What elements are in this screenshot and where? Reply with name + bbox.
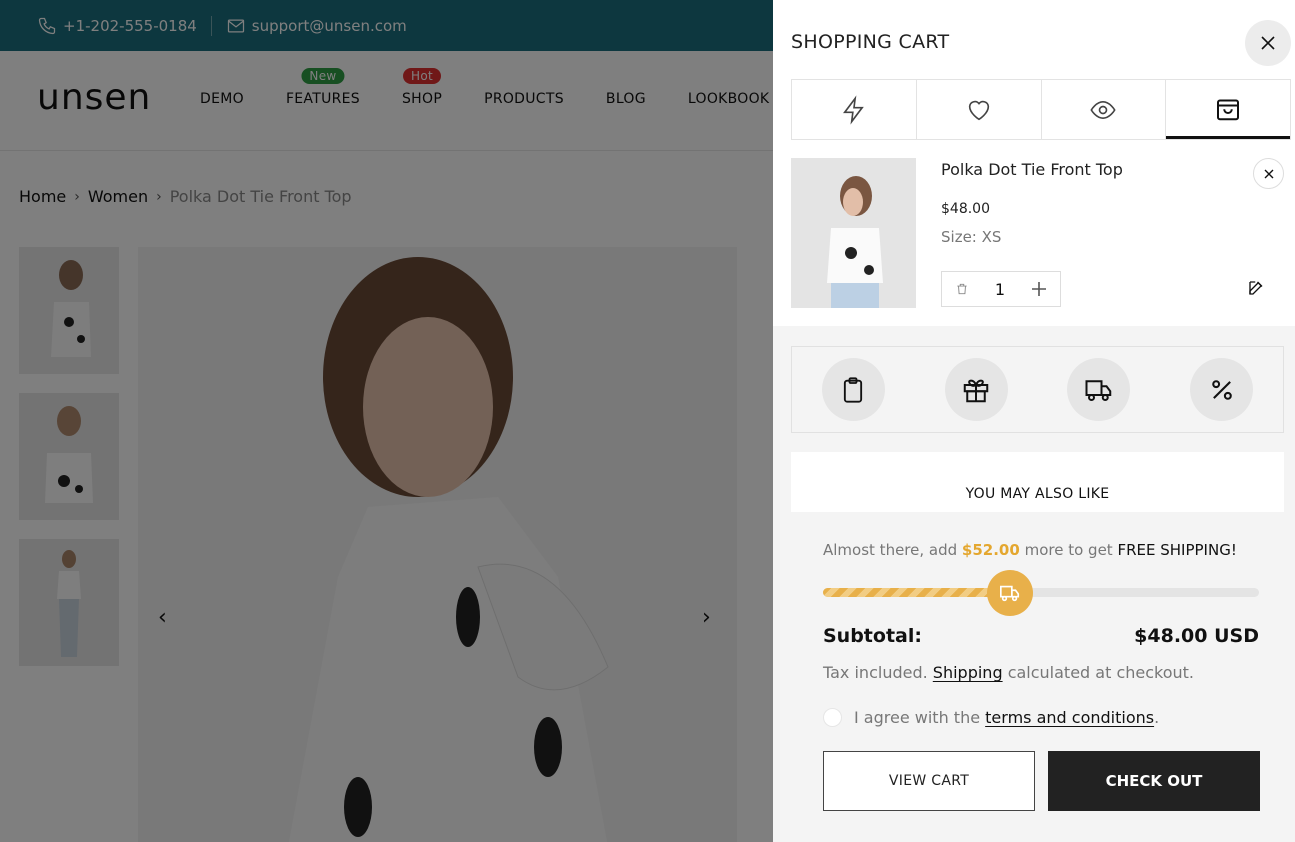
size-label: Size: [941, 228, 977, 246]
cart-item-price: $48.00 [941, 201, 990, 217]
shipping-link[interactable]: Shipping [933, 663, 1003, 682]
heart-icon [968, 100, 989, 120]
discount-code-button[interactable] [1190, 358, 1254, 421]
tab-recently-viewed[interactable] [1042, 80, 1167, 139]
shipping-progress-knob [987, 570, 1034, 616]
plus-icon[interactable] [1031, 281, 1047, 297]
remove-item-button[interactable] [1253, 158, 1284, 189]
tax-prefix: Tax included. [823, 663, 928, 682]
size-value: XS [981, 228, 1002, 246]
terms-agreement: I agree with the terms and conditions. [823, 708, 1159, 727]
shipping-prefix: Almost there, add [823, 541, 958, 559]
view-cart-button[interactable]: VIEW CART [823, 751, 1035, 811]
cart-item-size: Size: XS [941, 228, 1001, 246]
shipping-middle: more to get [1024, 541, 1113, 559]
eye-icon [1090, 100, 1116, 119]
shipping-progress-bar [823, 570, 1259, 616]
shipping-amount: $52.00 [961, 541, 1020, 559]
order-note-button[interactable] [821, 358, 885, 421]
cart-line-item: Polka Dot Tie Front Top $48.00 Size: XS … [791, 158, 1291, 326]
subtotal-value: $48.00 USD [1134, 625, 1259, 647]
gift-wrap-button[interactable] [944, 358, 1008, 421]
drawer-title: SHOPPING CART [791, 31, 950, 53]
cart-tools-area: YOU MAY ALSO LIKE [773, 326, 1295, 512]
shipping-progress-fill [823, 588, 1011, 597]
trash-icon[interactable] [955, 282, 969, 296]
percent-icon [1211, 379, 1232, 400]
tab-quick-buy[interactable] [792, 80, 917, 139]
flash-icon [842, 94, 864, 125]
drawer-backdrop[interactable] [0, 0, 773, 842]
edit-item-button[interactable] [1247, 279, 1265, 301]
close-icon [1264, 169, 1273, 178]
cart-footer: Almost there, add $52.00 more to get FRE… [773, 512, 1295, 842]
tax-note: Tax included. Shipping calculated at che… [823, 663, 1194, 682]
checkout-button[interactable]: CHECK OUT [1048, 751, 1260, 811]
agree-suffix: . [1154, 708, 1160, 727]
truck-icon [1000, 585, 1020, 602]
subtotal-label: Subtotal: [823, 625, 922, 647]
cart-item-name[interactable]: Polka Dot Tie Front Top [941, 160, 1123, 179]
gift-icon [963, 379, 989, 402]
agree-prefix: I agree with the [854, 708, 981, 727]
cart-tools [791, 346, 1284, 433]
note-icon [844, 376, 863, 403]
shipping-free: FREE SHIPPING! [1117, 541, 1237, 559]
shipping-estimate-button[interactable] [1067, 358, 1131, 421]
you-may-also-like-heading: YOU MAY ALSO LIKE [791, 452, 1284, 512]
cart-drawer: SHOPPING CART Polka Dot Tie Front Top $4… [773, 0, 1295, 842]
free-shipping-message: Almost there, add $52.00 more to get FRE… [823, 541, 1237, 559]
close-drawer-button[interactable] [1245, 20, 1291, 66]
quantity-stepper: 1 [941, 271, 1061, 307]
bag-icon [1217, 99, 1240, 121]
drawer-tabs [791, 79, 1291, 140]
tab-wishlist[interactable] [917, 80, 1042, 139]
terms-link[interactable]: terms and conditions [985, 708, 1154, 727]
terms-checkbox[interactable] [823, 708, 842, 727]
tax-suffix: calculated at checkout. [1007, 663, 1195, 682]
tab-cart[interactable] [1166, 80, 1290, 139]
edit-icon [1249, 281, 1263, 295]
close-icon [1261, 36, 1275, 50]
truck-icon [1085, 379, 1112, 401]
quantity-value[interactable]: 1 [995, 280, 1005, 299]
cart-item-image[interactable] [791, 158, 916, 308]
